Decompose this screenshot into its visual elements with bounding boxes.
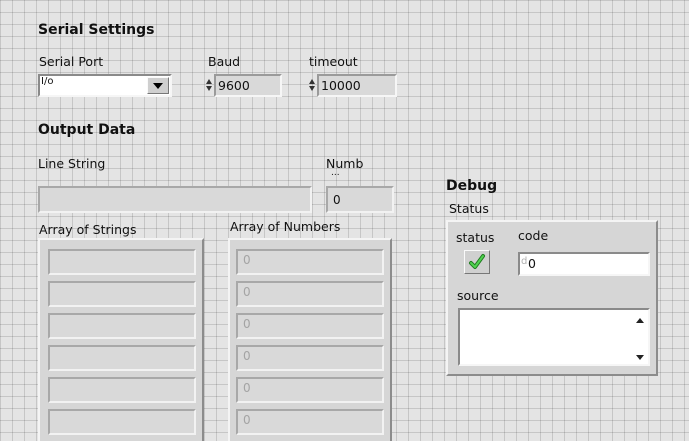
array-of-strings-label: Array of Strings [39, 222, 137, 237]
down-arrow-icon [153, 83, 163, 89]
status-cluster: status code d 0 source [446, 220, 658, 376]
array-string-element [48, 281, 196, 307]
checkmark-icon [469, 254, 485, 269]
array-of-strings [38, 238, 204, 441]
array-string-element [48, 313, 196, 339]
serial-port-dropdown-button[interactable] [147, 77, 169, 94]
array-string-element [48, 409, 196, 435]
debug-title: Debug [446, 178, 498, 194]
io-icon: I/o [41, 76, 54, 87]
array-number-element: 0 [236, 313, 384, 339]
array-number-element: 0 [236, 249, 384, 275]
code-type-prefix: d [521, 256, 528, 267]
source-field [458, 308, 650, 366]
array-string-element [48, 377, 196, 403]
timeout-spin-icon[interactable] [309, 77, 316, 95]
source-label: source [457, 288, 499, 303]
down-arrow-icon[interactable] [632, 350, 648, 364]
line-string-indicator [38, 186, 312, 213]
source-scrollbar[interactable] [632, 310, 648, 364]
status-led [464, 250, 490, 274]
array-string-element [48, 249, 196, 275]
timeout-label: timeout [309, 54, 358, 69]
status-label: status [456, 230, 495, 245]
baud-value: 9600 [218, 78, 250, 93]
code-field: d 0 [518, 252, 650, 276]
array-number-element: 0 [236, 345, 384, 371]
array-number-element: 0 [236, 281, 384, 307]
array-number-element: 0 [236, 377, 384, 403]
code-value: 0 [528, 256, 536, 271]
serial-settings-title: Serial Settings [38, 22, 155, 38]
status-cluster-label: Status [449, 201, 489, 216]
array-string-element [48, 345, 196, 371]
code-label: code [518, 228, 549, 243]
output-data-title: Output Data [38, 122, 136, 138]
array-of-numbers: 0 0 0 0 0 0 [228, 238, 392, 441]
timeout-field[interactable]: 10000 [317, 74, 397, 97]
array-number-element: 0 [236, 409, 384, 435]
baud-spin-icon[interactable] [206, 77, 213, 95]
number-value: 0 [333, 193, 341, 207]
serial-port-label: Serial Port [39, 54, 104, 69]
timeout-value: 10000 [321, 78, 361, 93]
number-indicator: 0 [326, 186, 394, 213]
baud-field[interactable]: 9600 [214, 74, 282, 97]
array-of-numbers-label: Array of Numbers [230, 219, 341, 234]
line-string-label: Line String [38, 156, 106, 171]
serial-port-control[interactable]: I/o [38, 74, 172, 97]
number-label-overflow: ... [331, 168, 340, 178]
baud-label: Baud [208, 54, 241, 69]
up-arrow-icon[interactable] [632, 314, 648, 328]
